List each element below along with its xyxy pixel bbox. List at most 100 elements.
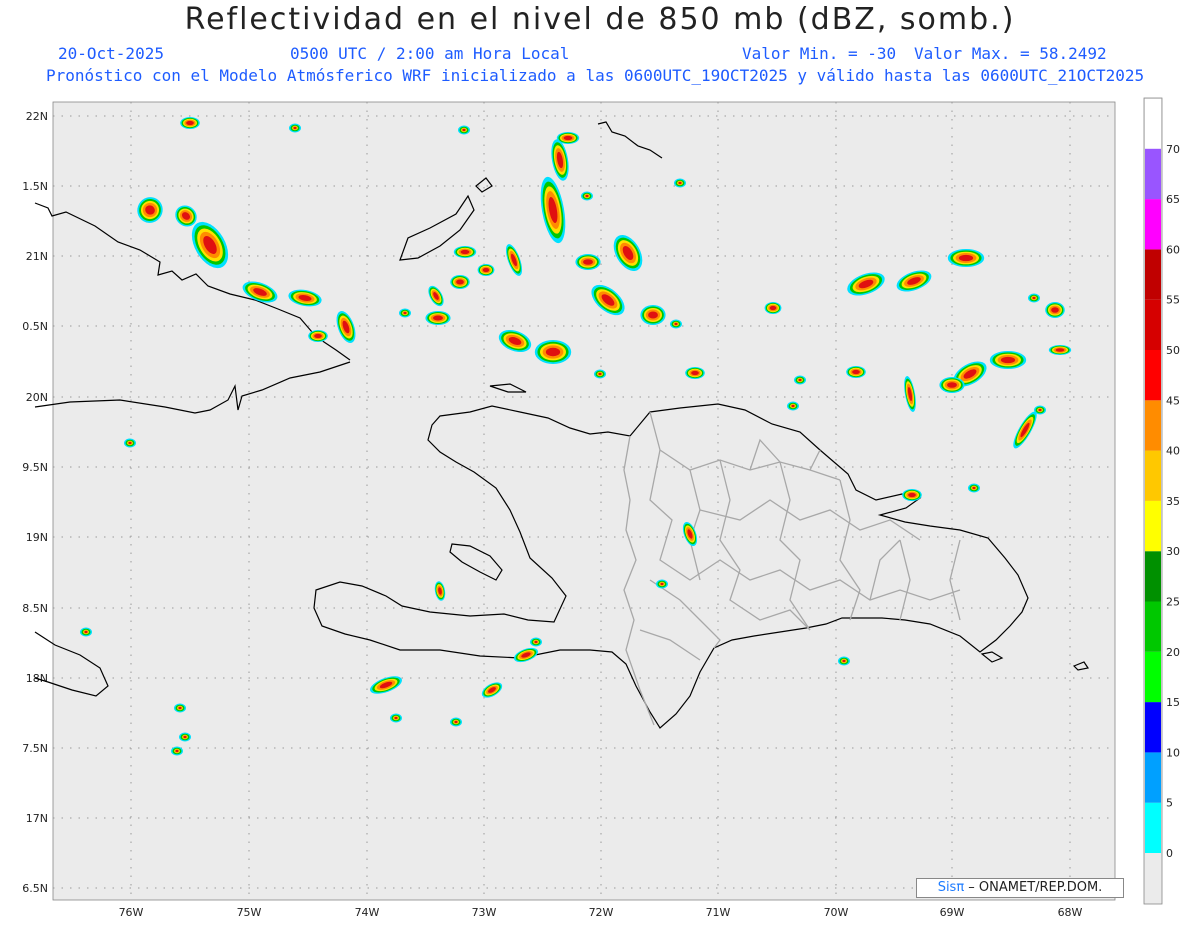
- colorbar-label: 30: [1166, 545, 1180, 558]
- colorbar-swatch: [1145, 350, 1161, 401]
- colorbar-swatch: [1145, 702, 1161, 753]
- colorbar-top: [1145, 99, 1161, 149]
- storm-cell: [308, 330, 328, 342]
- lon-label: 75W: [237, 906, 262, 919]
- lat-label: 8.5N: [22, 602, 48, 615]
- small-cell: [968, 483, 980, 493]
- lat-label: 21N: [26, 250, 48, 263]
- small-cell: [124, 438, 136, 448]
- colorbar-label: 25: [1166, 596, 1180, 609]
- storm-cell: [556, 132, 580, 144]
- lat-label: 0.5N: [22, 320, 48, 333]
- small-cell: [794, 375, 806, 385]
- small-cell: [171, 746, 183, 756]
- colorbar-swatch: [1145, 299, 1161, 350]
- lon-label: 74W: [355, 906, 380, 919]
- small-cell: [289, 123, 301, 133]
- colorbar-label: 50: [1166, 344, 1180, 357]
- small-cell: [787, 401, 799, 411]
- colorbar-swatch: [1145, 651, 1161, 703]
- longitude-labels: 76W 75W 74W 73W 72W 71W 70W 69W 68W: [119, 906, 1083, 919]
- lon-label: 76W: [119, 906, 144, 919]
- small-cell: [179, 732, 191, 742]
- small-cell: [530, 637, 542, 647]
- storm-cell: [534, 340, 572, 364]
- colorbar-label: 20: [1166, 646, 1180, 659]
- colorbar-label: 15: [1166, 696, 1180, 709]
- colorbar: 0 5 10 15 20 25 30 35 40 45 50 55 60 65 70: [1143, 97, 1180, 905]
- storm-cell: [764, 302, 782, 314]
- latitude-labels: 22N 1.5N 21N 0.5N 20N 9.5N 19N 8.5N 18N …: [22, 110, 48, 895]
- colorbar-labels: 0 5 10 15 20 25 30 35 40 45 50 55 60 65 70: [1166, 143, 1180, 860]
- colorbar-swatch: [1145, 601, 1161, 652]
- map-background: [53, 102, 1115, 900]
- lon-label: 71W: [706, 906, 731, 919]
- storm-cell: [1045, 302, 1065, 318]
- small-cell: [1034, 405, 1046, 415]
- lon-label: 69W: [940, 906, 965, 919]
- colorbar-swatch: [1145, 802, 1161, 853]
- colorbar-label: 60: [1166, 243, 1180, 256]
- small-cell: [581, 191, 593, 201]
- storm-cell: [450, 275, 470, 289]
- small-cell: [838, 656, 850, 666]
- storm-cell: [902, 489, 922, 501]
- small-cell: [174, 703, 186, 713]
- reflectivity-map: 22N 1.5N 21N 0.5N 20N 9.5N 19N 8.5N 18N …: [22, 97, 1180, 919]
- lat-label: 20N: [26, 391, 48, 404]
- colorbar-swatch: [1145, 500, 1161, 552]
- brand-logo: Sisπ: [937, 880, 965, 895]
- colorbar-swatch: [1145, 450, 1161, 501]
- colorbar-swatch: [1145, 551, 1161, 602]
- lat-label: 22N: [26, 110, 48, 123]
- small-cell: [450, 717, 462, 727]
- colorbar-swatch: [1145, 199, 1161, 250]
- colorbar-label: 0: [1166, 847, 1173, 860]
- storm-cell: [180, 117, 200, 129]
- colorbar-label: 70: [1166, 143, 1180, 156]
- storm-cell: [1048, 345, 1072, 355]
- storm-cell: [425, 311, 451, 325]
- lon-label: 73W: [472, 906, 497, 919]
- storm-cell: [477, 264, 495, 276]
- small-cell: [670, 319, 682, 329]
- storm-cell: [640, 305, 666, 325]
- small-cell: [674, 178, 686, 188]
- colorbar-swatches: [1145, 148, 1161, 853]
- small-cell: [656, 579, 668, 589]
- storm-cell: [685, 367, 705, 379]
- lon-label: 72W: [589, 906, 614, 919]
- small-cell: [1028, 293, 1040, 303]
- lon-label: 70W: [824, 906, 849, 919]
- storm-cell: [947, 249, 985, 267]
- credit-box: Sisπ – ONAMET/REP.DOM.: [916, 878, 1124, 898]
- colorbar-label: 35: [1166, 495, 1180, 508]
- lat-label: 9.5N: [22, 461, 48, 474]
- colorbar-swatch: [1145, 752, 1161, 803]
- colorbar-swatch: [1145, 148, 1161, 200]
- storm-cell: [575, 254, 601, 270]
- colorbar-label: 10: [1166, 746, 1180, 759]
- small-cell: [594, 369, 606, 379]
- storm-cell: [989, 351, 1027, 369]
- lat-label: 7.5N: [22, 742, 48, 755]
- colorbar-label: 55: [1166, 294, 1180, 307]
- small-cell: [458, 125, 470, 135]
- colorbar-label: 40: [1166, 445, 1180, 458]
- lat-label: 19N: [26, 531, 48, 544]
- colorbar-swatch: [1145, 249, 1161, 300]
- storm-cell: [939, 377, 965, 393]
- lat-label: 6.5N: [22, 882, 48, 895]
- storm-cell: [453, 246, 477, 258]
- small-cell: [390, 713, 402, 723]
- lat-label: 1.5N: [22, 180, 48, 193]
- colorbar-label: 5: [1166, 797, 1173, 810]
- small-cell: [80, 627, 92, 637]
- storm-cell: [846, 366, 866, 378]
- small-cell: [399, 308, 411, 318]
- colorbar-swatch: [1145, 400, 1161, 451]
- colorbar-label: 45: [1166, 394, 1180, 407]
- credit-text: – ONAMET/REP.DOM.: [964, 880, 1103, 895]
- lon-label: 68W: [1058, 906, 1083, 919]
- colorbar-label: 65: [1166, 193, 1180, 206]
